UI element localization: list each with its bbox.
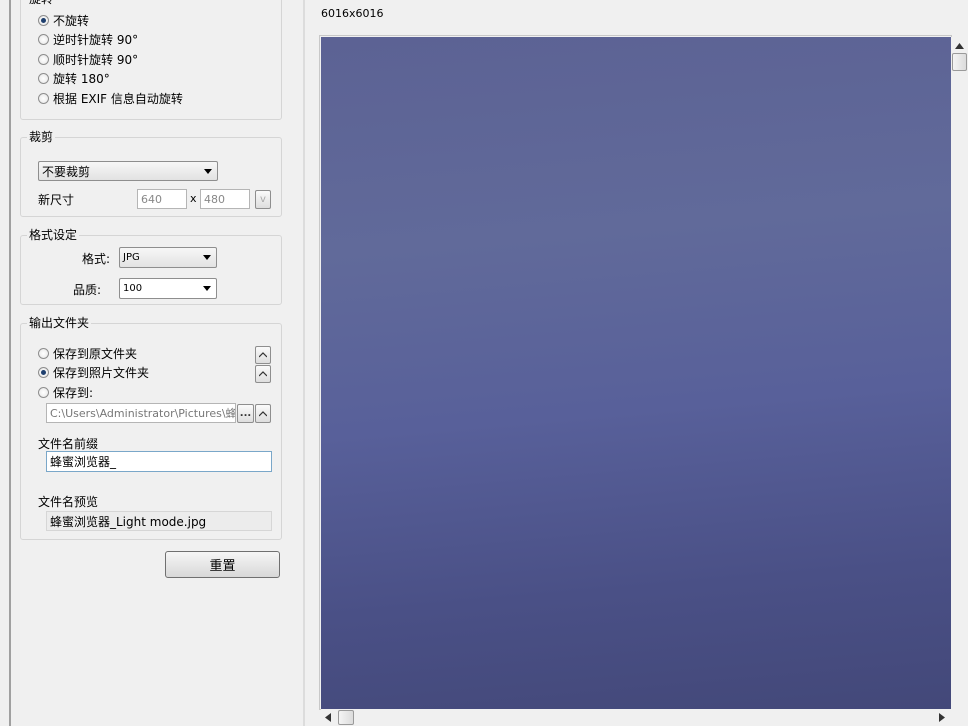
format-legend: 格式设定 xyxy=(27,228,80,242)
crop-mode-select[interactable]: 不要裁剪 xyxy=(38,161,218,181)
radio-indicator xyxy=(38,347,49,359)
radio-indicator xyxy=(38,73,49,84)
save-original-folder-radio[interactable]: 保存到原文件夹 xyxy=(38,344,149,362)
format-select[interactable]: JPG xyxy=(119,247,217,268)
rotation-options: 不旋转 逆时针旋转 90° 顺时针旋转 90° 旋转 180° 根据 EXIF … xyxy=(38,11,183,107)
preview-image xyxy=(321,37,951,709)
radio-indicator xyxy=(38,14,49,26)
radio-label: 保存到照片文件夹 xyxy=(53,366,150,380)
radio-label: 顺时针旋转 90° xyxy=(53,52,139,67)
chevron-up-icon xyxy=(259,352,267,358)
reset-label: 重置 xyxy=(209,559,236,574)
format-label: 格式: xyxy=(82,252,111,266)
crop-mode-value: 不要裁剪 xyxy=(42,164,91,179)
output-options: 保存到原文件夹 保存到照片文件夹 保存到: xyxy=(38,344,149,401)
browse-label: ... xyxy=(239,408,252,419)
prefix-value: 蜂蜜浏览器_ xyxy=(50,455,117,469)
radio-label: 旋转 180° xyxy=(53,72,110,86)
crop-height-value: 480 xyxy=(204,192,225,206)
crop-height-input[interactable]: 480 xyxy=(200,189,250,209)
rotate-ccw-90-radio[interactable]: 逆时针旋转 90° xyxy=(38,31,183,49)
crop-width-input[interactable]: 640 xyxy=(137,189,187,209)
prefix-label: 文件名前缀 xyxy=(38,437,99,451)
output-path-value: C:\Users\Administrator\Pictures\蜂蜜浏 xyxy=(50,407,236,420)
aspect-lock-button[interactable]: v xyxy=(255,190,271,209)
quality-value: 100 xyxy=(123,283,143,294)
quality-label: 品质: xyxy=(73,283,102,297)
preview-label: 文件名预览 xyxy=(38,495,99,509)
format-value: JPG xyxy=(123,252,140,263)
save-to-radio[interactable]: 保存到: xyxy=(38,383,149,401)
radio-label: 不旋转 xyxy=(53,13,90,28)
radio-indicator xyxy=(38,367,49,378)
vertical-scrollbar[interactable] xyxy=(951,37,968,710)
crop-legend: 裁剪 xyxy=(27,130,56,144)
rotate-cw-90-radio[interactable]: 顺时针旋转 90° xyxy=(38,50,183,68)
rotate-180-radio[interactable]: 旋转 180° xyxy=(38,70,183,88)
panel-divider[interactable] xyxy=(303,0,305,726)
scroll-up-icon[interactable] xyxy=(955,43,964,49)
radio-label: 逆时针旋转 90° xyxy=(53,33,139,47)
aspect-lock-label: v xyxy=(260,194,266,205)
image-dimensions: 6016x6016 xyxy=(321,7,384,20)
radio-indicator xyxy=(38,34,49,45)
window-edge xyxy=(9,0,11,726)
radio-indicator xyxy=(38,92,49,104)
open-original-folder-button[interactable] xyxy=(255,346,271,364)
chevron-up-icon xyxy=(259,371,267,377)
quality-select[interactable]: 100 xyxy=(119,278,217,299)
filename-preview-field: 蜂蜜浏览器_Light mode.jpg xyxy=(46,511,272,531)
rotation-legend: 旋转 xyxy=(27,0,56,6)
horizontal-scroll-thumb[interactable] xyxy=(338,710,354,725)
prefix-input[interactable]: 蜂蜜浏览器_ xyxy=(46,451,272,472)
chevron-down-icon xyxy=(204,168,212,174)
output-path-input[interactable]: C:\Users\Administrator\Pictures\蜂蜜浏 xyxy=(46,403,236,423)
rotate-exif-radio[interactable]: 根据 EXIF 信息自动旋转 xyxy=(38,89,183,107)
times-symbol: x xyxy=(190,192,197,205)
scroll-right-icon[interactable] xyxy=(939,713,945,722)
radio-label: 保存到原文件夹 xyxy=(53,346,138,361)
chevron-up-icon xyxy=(259,410,267,416)
radio-label: 根据 EXIF 信息自动旋转 xyxy=(53,91,183,106)
radio-indicator xyxy=(38,386,49,398)
chevron-down-icon xyxy=(203,286,211,291)
radio-label: 保存到: xyxy=(53,385,94,400)
reset-button[interactable]: 重置 xyxy=(165,551,280,578)
output-legend: 输出文件夹 xyxy=(27,316,92,330)
crop-width-value: 640 xyxy=(141,192,162,206)
rotate-none-radio[interactable]: 不旋转 xyxy=(38,11,183,29)
save-pictures-folder-radio[interactable]: 保存到照片文件夹 xyxy=(38,364,149,382)
radio-indicator xyxy=(38,53,49,65)
browse-button[interactable]: ... xyxy=(237,404,254,423)
new-size-label: 新尺寸 xyxy=(38,193,75,207)
open-pictures-folder-button[interactable] xyxy=(255,365,271,383)
scroll-left-icon[interactable] xyxy=(325,713,331,722)
open-output-folder-button[interactable] xyxy=(255,404,271,423)
filename-preview-value: 蜂蜜浏览器_Light mode.jpg xyxy=(50,514,207,529)
horizontal-scrollbar[interactable] xyxy=(321,709,951,726)
chevron-down-icon xyxy=(203,255,211,260)
vertical-scroll-thumb[interactable] xyxy=(952,53,967,71)
